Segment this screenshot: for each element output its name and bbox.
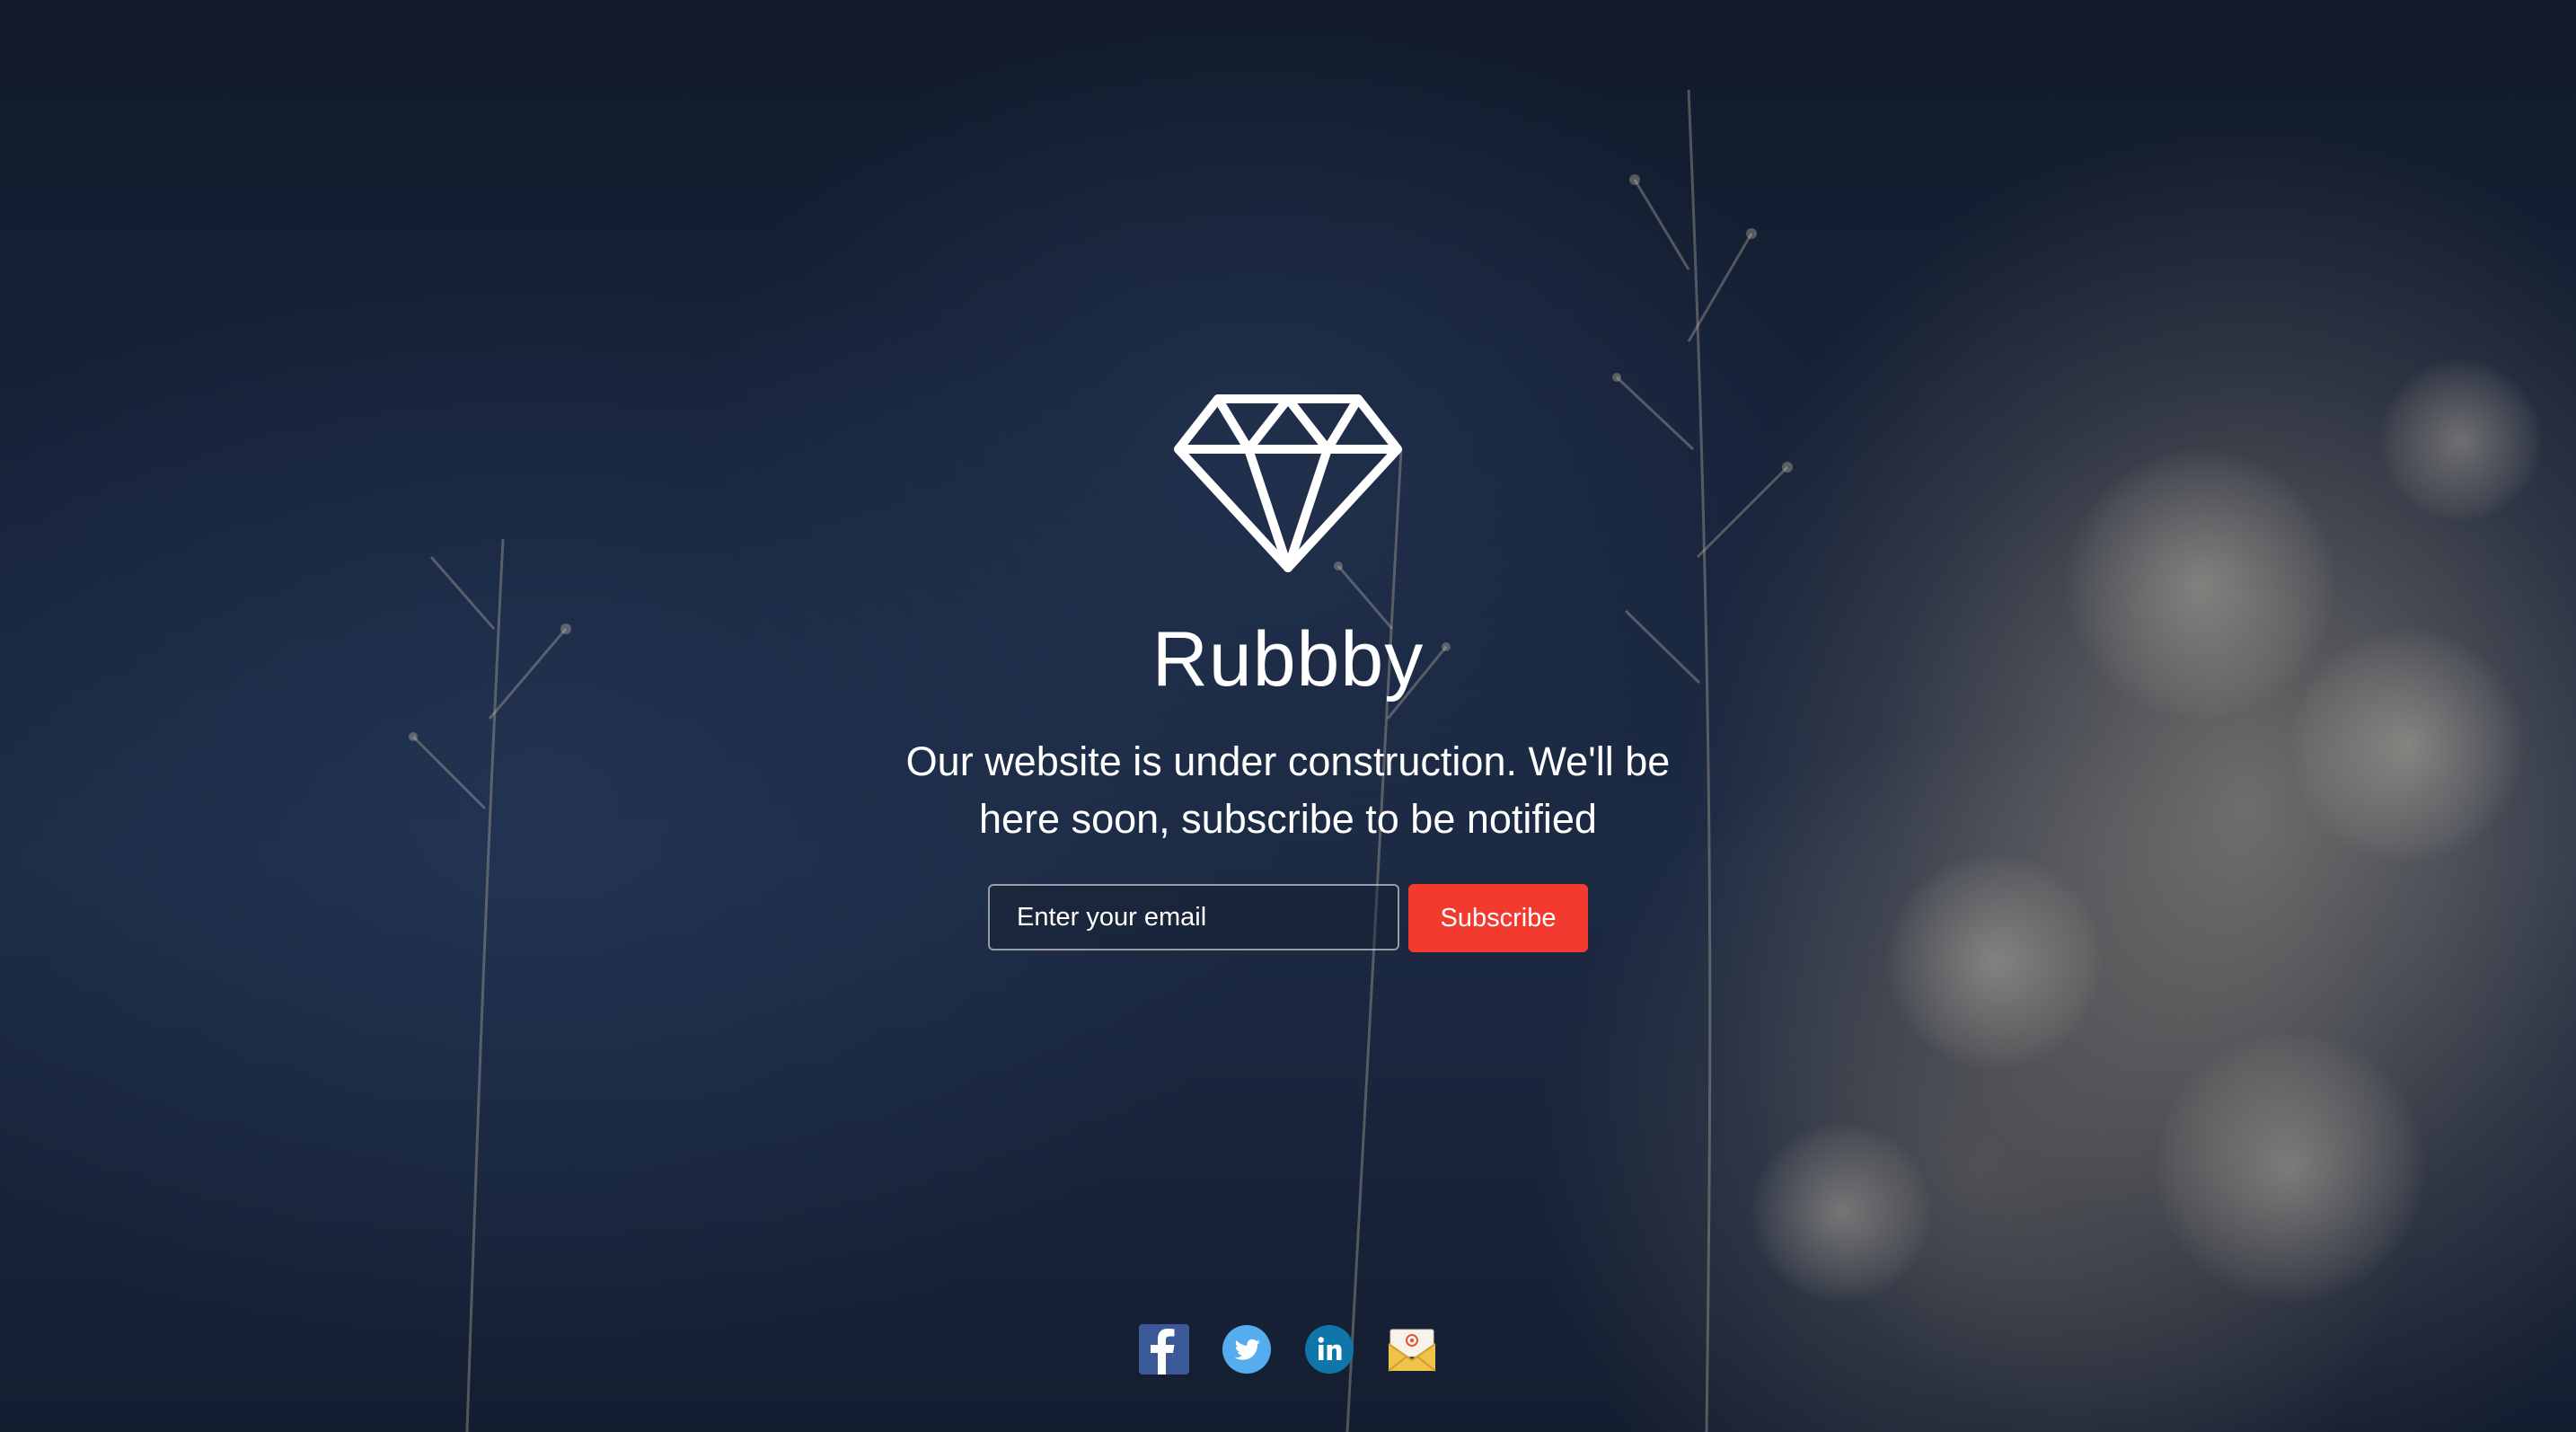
linkedin-icon[interactable]: [1304, 1324, 1354, 1375]
tagline-line: Our website is under construction. We'll…: [905, 738, 1671, 784]
subscribe-button[interactable]: Subscribe: [1408, 884, 1588, 952]
hero-section: Rubbby Our website is under construction…: [0, 0, 2576, 1432]
email-icon[interactable]: [1387, 1324, 1437, 1375]
site-title: Rubbby: [1151, 616, 1425, 703]
tagline: Our website is under construction. We'll…: [884, 733, 1692, 848]
twitter-icon[interactable]: [1222, 1324, 1272, 1375]
tagline-line: here soon, subscribe to be notified: [979, 796, 1597, 842]
email-input[interactable]: [988, 884, 1399, 950]
facebook-icon[interactable]: [1139, 1324, 1189, 1375]
diamond-icon: [1174, 394, 1402, 572]
